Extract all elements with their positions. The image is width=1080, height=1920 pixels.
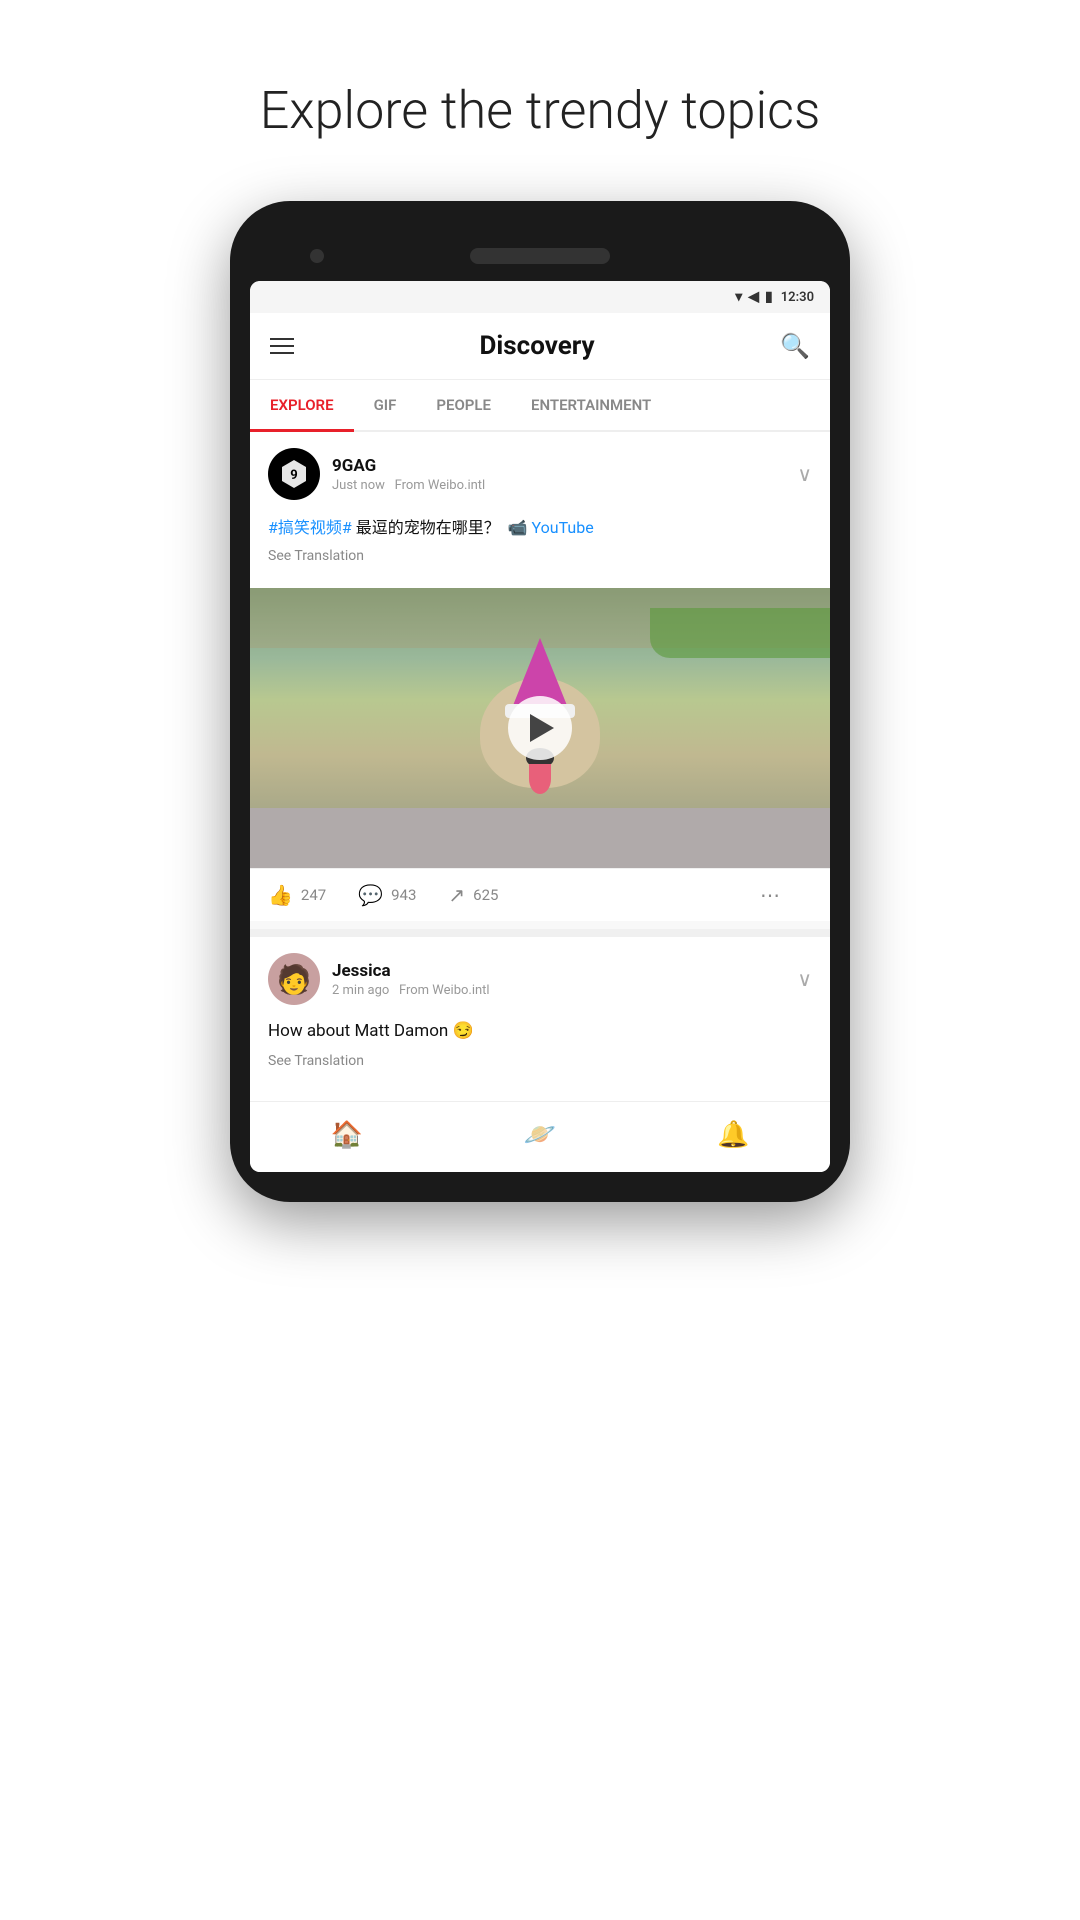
phone-top <box>250 231 830 281</box>
phone-frame: ▾ ◀ ▮ 12:30 Discovery 🔍 EXPLORE <box>230 201 850 1202</box>
post-meta-jessica: Jessica 2 min ago From Weibo.intl <box>332 961 785 998</box>
post-content-jessica: See Translation <box>250 1053 830 1093</box>
svg-text:9: 9 <box>290 468 297 483</box>
app-title: Discovery <box>480 331 595 361</box>
play-button[interactable] <box>508 696 572 760</box>
wifi-icon: ▾ <box>735 289 742 305</box>
hamburger-line-1 <box>270 338 294 340</box>
post-text-9gag: #搞笑视频# 最逗的宠物在哪里？ 📹 YouTube <box>268 516 812 540</box>
chevron-down-icon-jessica[interactable]: ∨ <box>797 967 812 991</box>
notification-icon: 🔔 <box>717 1120 749 1150</box>
like-count: 247 <box>301 886 326 904</box>
avatar-9gag: 9 <box>268 448 320 500</box>
phone-camera <box>310 249 324 263</box>
post-card-jessica: 🧑 Jessica 2 min ago From Weibo.intl ∨ Ho… <box>250 937 830 1093</box>
chevron-down-icon[interactable]: ∨ <box>797 462 812 486</box>
hamburger-menu-button[interactable] <box>270 338 294 354</box>
post-content-9gag: #搞笑视频# 最逗的宠物在哪里？ 📹 YouTube See Translati… <box>250 516 830 588</box>
see-translation-jessica[interactable]: See Translation <box>268 1053 812 1069</box>
post-source-9gag: Just now From Weibo.intl <box>332 478 785 493</box>
page-title: Explore the trendy topics <box>260 80 821 141</box>
phone-speaker <box>470 248 610 264</box>
tab-explore[interactable]: EXPLORE <box>250 380 354 430</box>
tabs-bar: EXPLORE GIF PEOPLE ENTERTAINMENT <box>250 380 830 432</box>
repost-icon: ↗ <box>448 883 465 907</box>
post-header-jessica: 🧑 Jessica 2 min ago From Weibo.intl ∨ <box>250 937 830 1021</box>
nav-discover[interactable]: 🪐 <box>504 1116 576 1154</box>
home-icon: 🏠 <box>330 1120 362 1150</box>
status-time: 12:30 <box>781 290 814 305</box>
search-icon[interactable]: 🔍 <box>780 332 810 360</box>
post-meta-9gag: 9GAG Just now From Weibo.intl <box>332 456 785 493</box>
youtube-link[interactable]: 📹 YouTube <box>508 518 594 537</box>
page-wrapper: Explore the trendy topics ▾ ◀ ▮ 12:30 <box>0 0 1080 1920</box>
hashtag[interactable]: #搞笑视频# <box>268 518 352 537</box>
share-icon: ⋯ <box>760 883 780 907</box>
hamburger-line-3 <box>270 352 294 354</box>
play-triangle-icon <box>530 714 554 742</box>
status-icons: ▾ ◀ ▮ <box>735 289 773 305</box>
nav-notifications[interactable]: 🔔 <box>697 1116 769 1154</box>
repost-count: 625 <box>473 886 498 904</box>
tab-people[interactable]: PEOPLE <box>416 380 511 430</box>
post-video-thumbnail[interactable] <box>250 588 830 868</box>
post-card-9gag: 9 9GAG Just now From Weibo.intl ∨ <box>250 432 830 921</box>
post-username-jessica: Jessica <box>332 961 785 981</box>
discover-icon: 🪐 <box>524 1120 556 1150</box>
status-bar: ▾ ◀ ▮ 12:30 <box>250 281 830 313</box>
like-icon: 👍 <box>268 883 293 907</box>
feed: 9 9GAG Just now From Weibo.intl ∨ <box>250 432 830 1093</box>
app-header: Discovery 🔍 <box>250 313 830 380</box>
bottom-nav: 🏠 🪐 🔔 <box>250 1101 830 1172</box>
dog-tongue <box>529 764 551 794</box>
battery-icon: ▮ <box>765 289 773 305</box>
signal-icon: ◀ <box>748 289 759 305</box>
comment-count: 943 <box>391 886 416 904</box>
see-translation-9gag[interactable]: See Translation <box>268 548 812 564</box>
post-actions-9gag: 👍 247 💬 943 ↗ 625 ⋯ <box>250 868 830 921</box>
avatar-jessica: 🧑 <box>268 953 320 1005</box>
post-username-9gag: 9GAG <box>332 456 785 476</box>
nav-home[interactable]: 🏠 <box>310 1116 382 1154</box>
tab-entertainment[interactable]: ENTERTAINMENT <box>511 380 671 430</box>
post-header-9gag: 9 9GAG Just now From Weibo.intl ∨ <box>250 432 830 516</box>
comment-icon: 💬 <box>358 883 383 907</box>
repost-action[interactable]: ↗ 625 <box>448 883 498 907</box>
tab-gif[interactable]: GIF <box>354 380 417 430</box>
grass-background <box>650 608 830 658</box>
like-action[interactable]: 👍 247 <box>268 883 326 907</box>
jessica-post-text: How about Matt Damon 😏 <box>250 1021 830 1053</box>
post-separator <box>250 929 830 937</box>
phone-screen: ▾ ◀ ▮ 12:30 Discovery 🔍 EXPLORE <box>250 281 830 1172</box>
post-source-jessica: 2 min ago From Weibo.intl <box>332 983 785 998</box>
hamburger-line-2 <box>270 345 294 347</box>
share-action[interactable]: ⋯ <box>760 883 780 907</box>
comment-action[interactable]: 💬 943 <box>358 883 416 907</box>
